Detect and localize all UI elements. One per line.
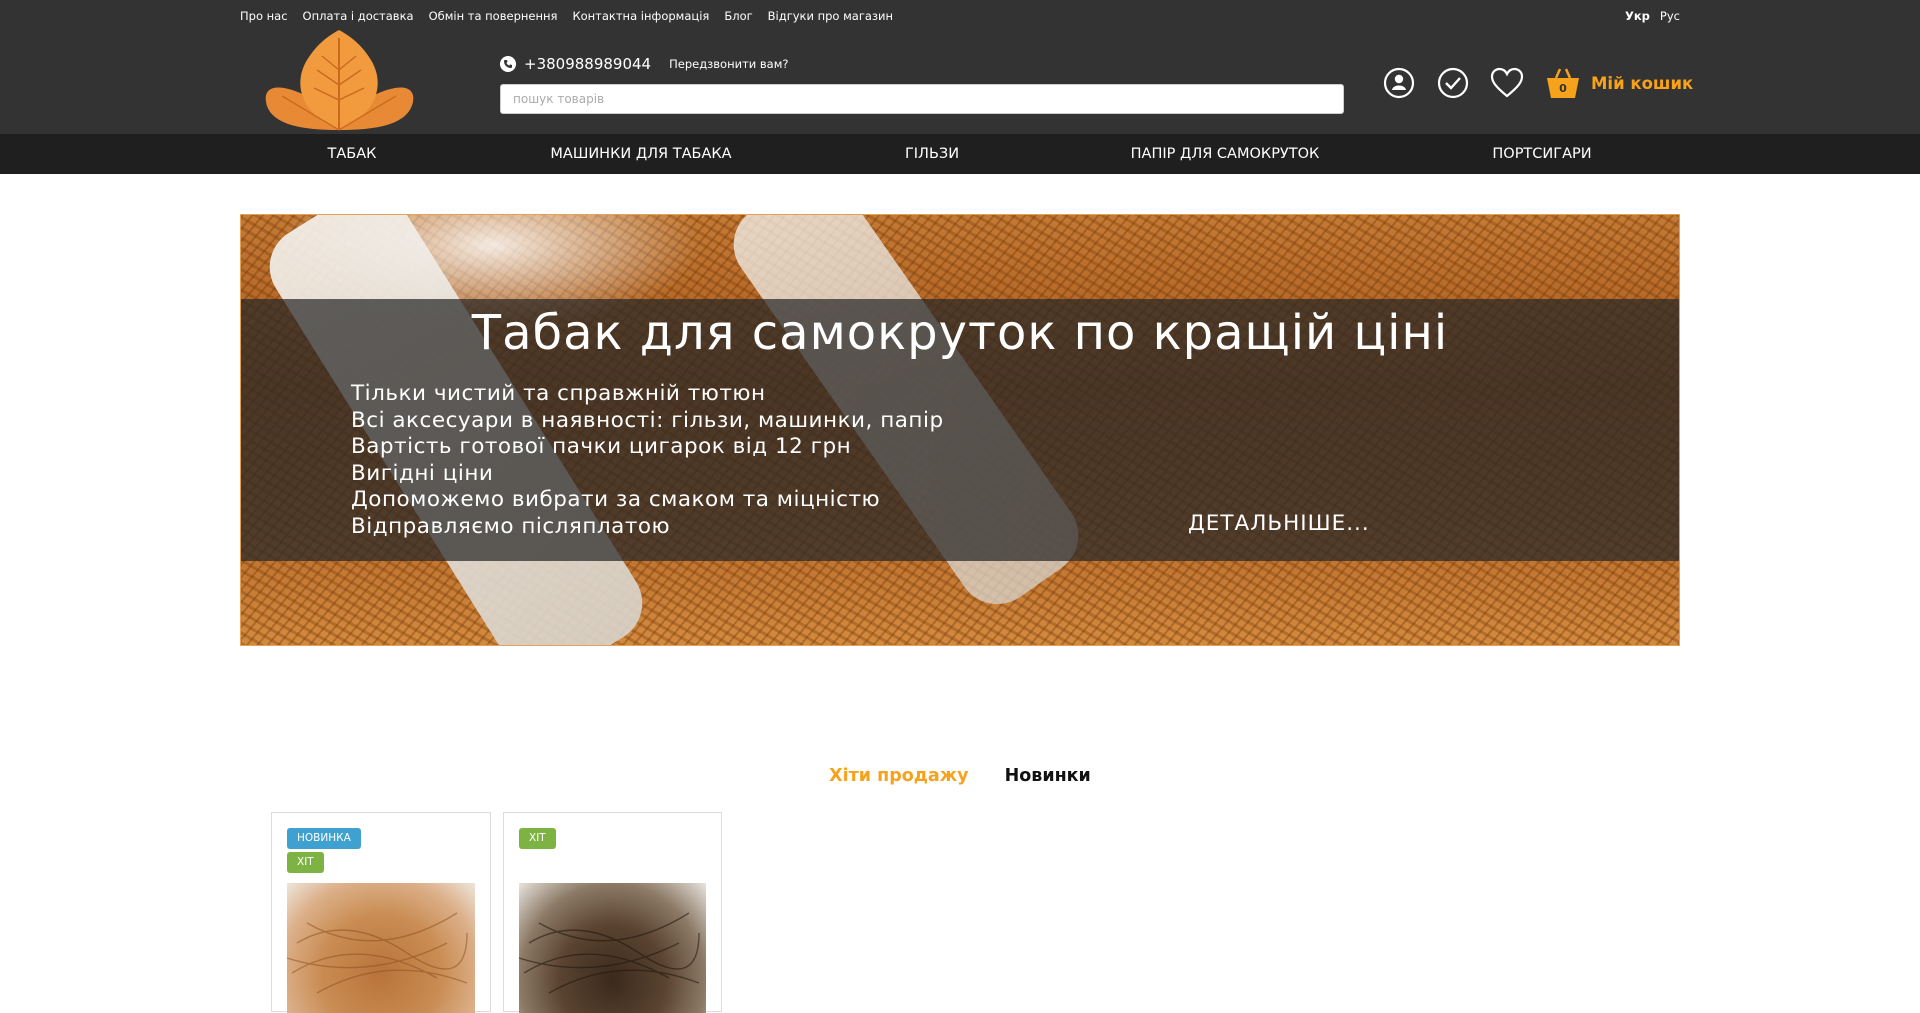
phone-icon [500,56,516,72]
product-card[interactable]: ХІТ [503,812,722,1013]
lang-ukr[interactable]: Укр [1625,9,1650,23]
callback-link[interactable]: Передзвонити вам? [669,57,788,71]
nav-rolling-paper[interactable]: ПАПІР ДЛЯ САМОКРУТОК [1131,134,1320,174]
product-image[interactable] [519,883,706,1013]
search-input[interactable] [500,84,1344,114]
link-reviews[interactable]: Відгуки про магазин [768,9,893,23]
promo-banner[interactable]: Табак для самокруток по кращій ціні Тіль… [240,214,1680,646]
product-card[interactable]: НОВИНКА ХІТ [271,812,491,1013]
badge-hit: ХІТ [519,828,556,849]
account-icon[interactable] [1382,66,1416,100]
compare-icon[interactable] [1436,66,1470,100]
link-blog[interactable]: Блог [724,9,752,23]
cart-label: Мій кошик [1591,73,1694,93]
top-links: Про нас Оплата і доставка Обмін та повер… [240,9,893,23]
badge-hit: ХІТ [287,852,324,873]
product-image[interactable] [287,883,475,1013]
phone-block: +380988989044 Передзвонити вам? [500,55,789,73]
tab-hits[interactable]: Хіти продажу [829,766,968,786]
cart-basket-icon: 0 [1545,66,1581,100]
banner-title: Табак для самокруток по кращій ціні [471,305,1449,361]
top-header: Про нас Оплата і доставка Обмін та повер… [0,0,1920,134]
wishlist-heart-icon[interactable] [1490,66,1524,100]
banner-overlay: Табак для самокруток по кращій ціні Тіль… [241,299,1679,561]
link-contacts[interactable]: Контактна інформація [572,9,709,23]
header-icons [1382,66,1524,100]
tab-new[interactable]: Новинки [1005,766,1091,786]
banner-line: Вигідні ціни [351,460,494,486]
lang-rus[interactable]: Рус [1660,9,1680,23]
tobacco-leaf-logo[interactable] [262,30,417,134]
cart-button[interactable]: 0 Мій кошик [1545,66,1693,100]
banner-line: Всі аксесуари в наявності: гільзи, машин… [351,407,944,433]
main-nav: ТАБАК МАШИНКИ ДЛЯ ТАБАКА ГІЛЬЗИ ПАПІР ДЛ… [0,134,1920,174]
language-switcher: Укр Рус [1625,9,1680,23]
banner-more-link[interactable]: ДЕТАЛЬНІШЕ... [1188,511,1370,536]
banner-line: Вартість готової пачки цигарок від 12 гр… [351,434,852,459]
banner-line: Відправляємо післяплатою [351,513,671,539]
cart-count: 0 [1559,82,1567,95]
banner-features: Тільки чистий та справжній тютюн Всі акс… [351,381,944,540]
nav-tobacco[interactable]: ТАБАК [328,134,377,174]
nav-cigarette-cases[interactable]: ПОРТСИГАРИ [1492,134,1591,174]
link-payment-delivery[interactable]: Оплата і доставка [303,9,414,23]
link-exchange-return[interactable]: Обмін та повернення [429,9,558,23]
nav-tubes[interactable]: ГІЛЬЗИ [905,134,959,174]
banner-line: Допоможемо вибрати за смаком та міцністю [351,487,881,512]
product-tabs: Хіти продажу Новинки [0,766,1920,786]
badge-new: НОВИНКА [287,828,361,849]
nav-tobacco-machines[interactable]: МАШИНКИ ДЛЯ ТАБАКА [550,134,731,174]
link-about[interactable]: Про нас [240,9,288,23]
phone-number[interactable]: +380988989044 [524,55,651,73]
banner-line: Тільки чистий та справжній тютюн [351,381,766,406]
